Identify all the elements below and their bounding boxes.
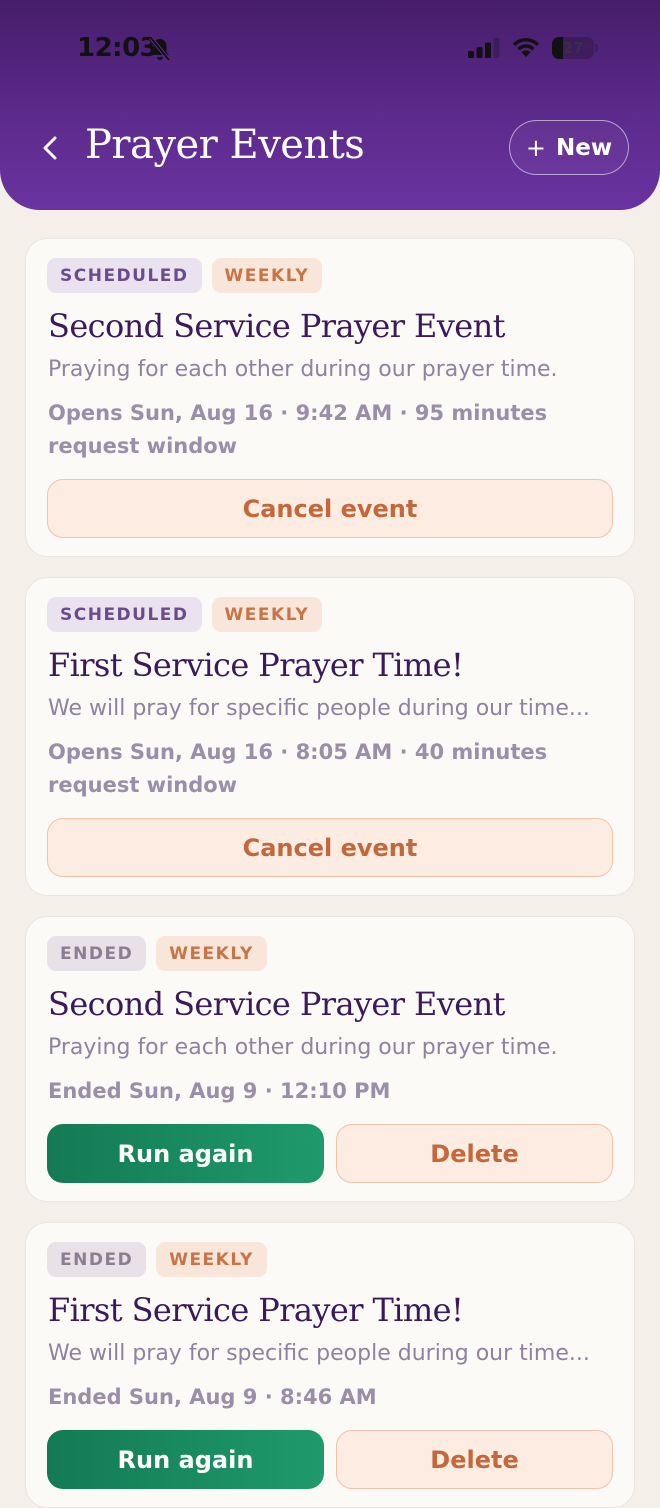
event-card: SCHEDULED WEEKLY Second Service Prayer E… (25, 238, 635, 557)
cellular-signal-icon (468, 38, 500, 62)
plus-icon: + (525, 133, 546, 162)
event-card: ENDED WEEKLY Second Service Prayer Event… (25, 916, 635, 1202)
run-again-button[interactable]: Run again (47, 1124, 324, 1183)
event-description: We will pray for specific people during … (48, 1341, 590, 1366)
status-badge: SCHEDULED (47, 258, 202, 293)
event-card: ENDED WEEKLY First Service Prayer Time! … (25, 1222, 635, 1508)
event-meta: Ended Sun, Aug 9 · 8:46 AM (48, 1385, 377, 1409)
event-title: First Service Prayer Time! (48, 1291, 464, 1329)
recurrence-badge: WEEKLY (211, 258, 323, 293)
wifi-icon (511, 36, 541, 62)
bell-muted-icon (148, 36, 172, 66)
new-event-button[interactable]: + New (509, 120, 629, 175)
recurrence-badge: WEEKLY (156, 936, 267, 971)
cancel-event-button[interactable]: Cancel event (47, 818, 613, 877)
status-badge: ENDED (47, 1242, 147, 1277)
event-description: We will pray for specific people during … (48, 696, 590, 721)
page-title: Prayer Events (85, 122, 365, 168)
event-title: First Service Prayer Time! (48, 646, 464, 684)
event-meta: Ended Sun, Aug 9 · 12:10 PM (48, 1079, 391, 1103)
battery-percent: 27 (562, 39, 584, 57)
battery-icon: 27 (552, 37, 598, 59)
recurrence-badge: WEEKLY (211, 597, 323, 632)
event-meta: Opens Sun, Aug 16 · 8:05 AM · 40 minutes… (48, 740, 548, 797)
event-card: SCHEDULED WEEKLY First Service Prayer Ti… (25, 577, 635, 896)
cancel-event-button[interactable]: Cancel event (47, 479, 613, 538)
status-bar: 12:03 27 (0, 0, 660, 96)
event-description: Praying for each other during our prayer… (48, 357, 558, 382)
event-title: Second Service Prayer Event (48, 985, 505, 1023)
status-badge: ENDED (47, 936, 147, 971)
run-again-button[interactable]: Run again (47, 1430, 324, 1489)
chevron-left-icon (43, 136, 57, 160)
app-header: 12:03 27 Prayer Events + New (0, 0, 660, 210)
new-button-label: New (556, 134, 613, 161)
event-meta: Opens Sun, Aug 16 · 9:42 AM · 95 minutes… (48, 401, 548, 458)
status-badge: SCHEDULED (47, 597, 202, 632)
recurrence-badge: WEEKLY (156, 1242, 267, 1277)
event-title: Second Service Prayer Event (48, 307, 505, 345)
status-time: 12:03 (77, 33, 158, 63)
delete-button[interactable]: Delete (336, 1124, 613, 1183)
back-button[interactable] (34, 128, 66, 168)
event-description: Praying for each other during our prayer… (48, 1035, 558, 1060)
delete-button[interactable]: Delete (336, 1430, 613, 1489)
